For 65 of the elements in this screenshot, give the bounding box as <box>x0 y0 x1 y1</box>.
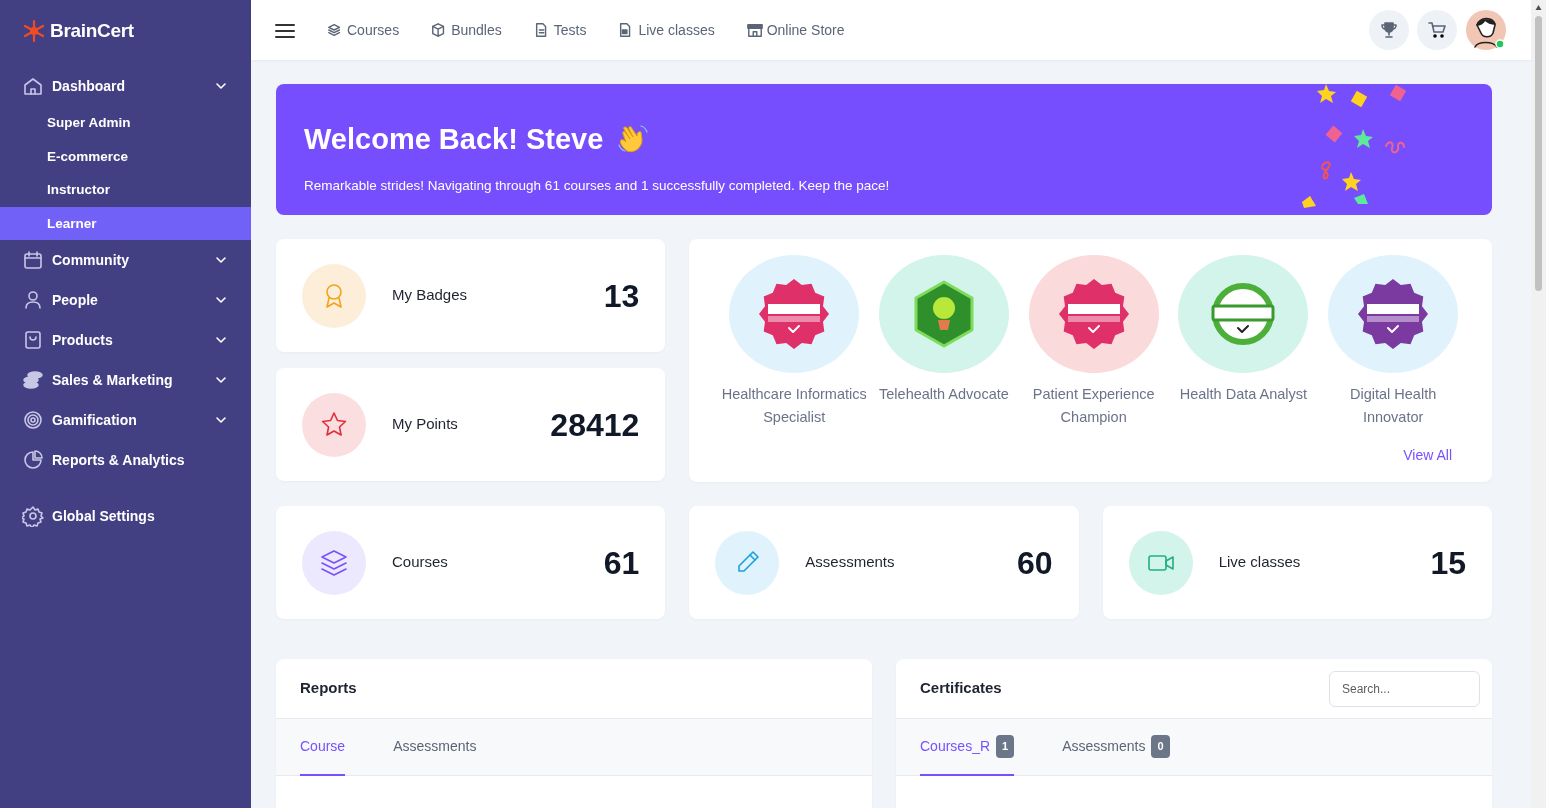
stat-value: 28412 <box>550 405 640 445</box>
target-icon <box>22 409 44 431</box>
calendar-icon <box>22 249 44 271</box>
stat-label: Courses <box>392 552 449 573</box>
bag-icon <box>22 329 44 351</box>
avatar-icon[interactable] <box>1465 9 1507 51</box>
sidebar-item[interactable]: People <box>0 280 251 320</box>
welcome-title: Welcome Back! Steve <box>304 122 604 157</box>
sidebar-item[interactable]: Global Settings <box>0 496 251 536</box>
sidebar-item[interactable]: Reports & Analytics <box>0 440 251 480</box>
logo-text: BrainCert <box>50 18 134 43</box>
nav-link[interactable]: Tests <box>533 19 587 41</box>
submenu-item[interactable]: Super Admin <box>0 106 251 140</box>
stat-label: Live classes <box>1218 552 1302 573</box>
tab[interactable]: Course <box>300 719 346 776</box>
stat-label: Assessments <box>805 552 896 573</box>
cart-button[interactable] <box>1417 10 1457 50</box>
submenu-item[interactable]: Learner <box>0 206 251 240</box>
layers-icon <box>327 22 343 38</box>
sidebar-item[interactable]: Community <box>0 240 251 280</box>
stat-value: 60 <box>1017 543 1053 583</box>
stat-value: 13 <box>603 276 640 316</box>
nav-link[interactable]: Courses <box>327 19 400 41</box>
home-icon <box>22 75 44 97</box>
stat-value: 15 <box>1430 543 1466 583</box>
stat-label: My Badges <box>392 285 469 306</box>
badge-icon <box>1057 278 1130 350</box>
sidebar-item[interactable]: Products <box>0 320 251 360</box>
sidebar-item[interactable]: Gamification <box>0 400 251 440</box>
store-icon <box>746 22 763 38</box>
panel-title: Reports <box>300 678 357 699</box>
cart-icon <box>1428 21 1446 39</box>
badge-icon <box>758 278 831 350</box>
sidebar-item[interactable]: Dashboard <box>0 66 251 106</box>
settings-icon <box>22 505 44 527</box>
tab[interactable]: Courses_R 1 <box>920 719 1015 776</box>
welcome-message: Remarkable strides! Navigating through 61 courses and 1 successfully completed. Keep the pace! <box>304 176 891 195</box>
search-field[interactable]: Search... <box>1329 670 1480 707</box>
badge-name: Health Data Analyst <box>1179 385 1308 404</box>
badge-name: Patient Experience Champion <box>1031 385 1156 427</box>
tab[interactable]: Assessments <box>393 719 477 776</box>
pie-chart-icon <box>22 449 44 471</box>
stat-value: 61 <box>603 543 640 583</box>
menu-icon <box>275 22 295 39</box>
badge-name: Healthcare Informatics Specialist <box>720 385 868 427</box>
nav-link[interactable]: Bundles <box>431 19 502 41</box>
coins-icon <box>22 369 44 391</box>
tab[interactable]: Assessments 0 <box>1062 719 1170 776</box>
sidebar-item[interactable]: Sales & Marketing <box>0 360 251 400</box>
count-badge: 1 <box>996 735 1015 758</box>
stat-label: My Points <box>392 414 459 435</box>
trophy-button[interactable] <box>1369 10 1409 50</box>
nav-link[interactable]: Online Store <box>746 19 845 41</box>
snowflake-logo-icon <box>22 19 46 43</box>
trophy-icon <box>1380 21 1398 39</box>
submenu-item[interactable]: E-commerce <box>0 139 251 173</box>
view-all-link[interactable]: View All <box>1403 447 1452 463</box>
badge-name: Telehealth Advocate <box>879 385 1009 404</box>
person-icon <box>22 289 44 311</box>
badge-icon <box>1357 278 1430 350</box>
submenu-item[interactable]: Instructor <box>0 173 251 207</box>
badge-name: Digital Health Innovator <box>1349 385 1438 427</box>
nav-link[interactable]: Live classes <box>618 19 715 41</box>
panel-title: Certificates <box>920 678 1002 699</box>
count-badge: 0 <box>1151 735 1170 758</box>
